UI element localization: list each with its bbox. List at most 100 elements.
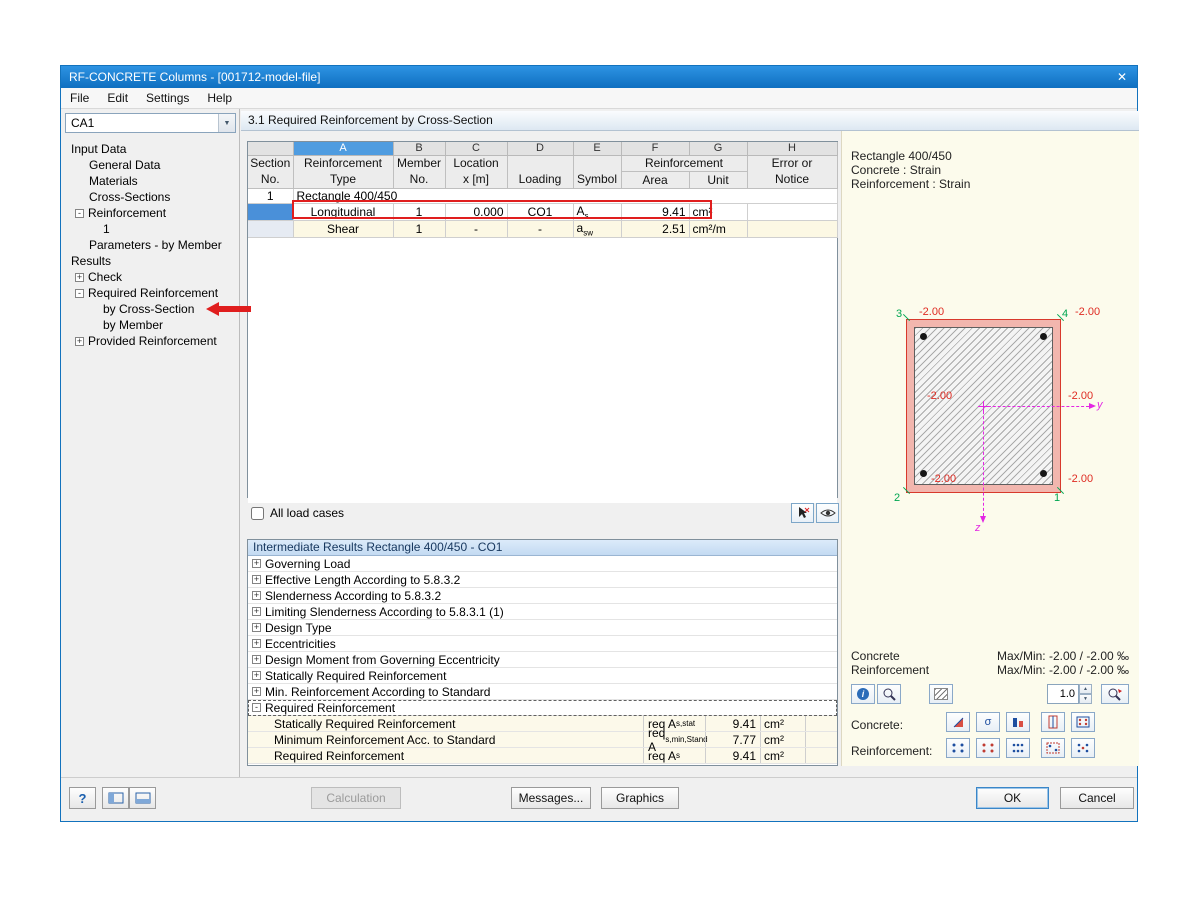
scale-factor-input[interactable] xyxy=(1047,684,1079,704)
intermediate-row-effective-length[interactable]: +Effective Length According to 5.8.3.2 xyxy=(248,572,837,588)
cell-type[interactable]: Longitudinal xyxy=(293,203,393,220)
expand-icon[interactable]: + xyxy=(252,623,261,632)
row-selector-cell[interactable] xyxy=(248,203,293,220)
cell-loading[interactable]: CO1 xyxy=(507,203,573,220)
tree-item-parameters-by-member[interactable]: Parameters - by Member xyxy=(89,237,222,253)
tree-item-required-reinforcement[interactable]: -Required Reinforcement xyxy=(75,285,218,301)
expand-icon[interactable]: + xyxy=(252,655,261,664)
menu-help[interactable]: Help xyxy=(198,88,241,109)
hatching-toggle-button[interactable] xyxy=(929,684,953,704)
expand-icon[interactable]: + xyxy=(75,337,84,346)
cell-symbol[interactable]: As xyxy=(573,203,621,220)
column-header-h[interactable]: H xyxy=(747,142,837,155)
detail-row-minimum-reinforcement[interactable]: Minimum Reinforcement Acc. to Standard r… xyxy=(248,732,837,748)
menu-settings[interactable]: Settings xyxy=(137,88,198,109)
tree-item-reinforcement-1[interactable]: 1 xyxy=(103,221,110,237)
concrete-section-button[interactable] xyxy=(1071,712,1095,732)
tree-item-general-data[interactable]: General Data xyxy=(89,157,160,173)
concrete-stress-button[interactable]: σ xyxy=(976,712,1000,732)
column-header-d[interactable]: D xyxy=(507,142,573,155)
expand-icon[interactable]: + xyxy=(75,273,84,282)
column-header-c[interactable]: C xyxy=(445,142,507,155)
rebar-strain-button[interactable] xyxy=(946,738,970,758)
cell-location[interactable]: 0.000 xyxy=(445,203,507,220)
expand-icon[interactable]: + xyxy=(252,639,261,648)
graphics-button[interactable]: Graphics xyxy=(601,787,679,809)
cell-area[interactable]: 2.51 xyxy=(621,220,689,237)
panel-toggle-button[interactable] xyxy=(129,787,156,809)
intermediate-row-limiting-slenderness[interactable]: +Limiting Slenderness According to 5.8.3… xyxy=(248,604,837,620)
column-header-a[interactable]: A xyxy=(293,142,393,155)
tree-item-materials[interactable]: Materials xyxy=(89,173,138,189)
cancel-button[interactable]: Cancel xyxy=(1060,787,1134,809)
tree-item-by-member[interactable]: by Member xyxy=(103,317,163,333)
tree-item-input-data[interactable]: Input Data xyxy=(71,141,126,157)
intermediate-row-slenderness[interactable]: +Slenderness According to 5.8.3.2 xyxy=(248,588,837,604)
cell-notice[interactable] xyxy=(747,203,837,220)
concrete-elevation-button[interactable] xyxy=(1041,712,1065,732)
rebar-stress-button[interactable] xyxy=(976,738,1000,758)
cell-member[interactable]: 1 xyxy=(393,220,445,237)
chevron-down-icon[interactable]: ▼ xyxy=(218,114,235,132)
title-bar[interactable]: RF-CONCRETE Columns - [001712-model-file… xyxy=(61,66,1137,88)
section-number-cell[interactable]: 1 xyxy=(248,188,293,203)
row-selector-cell[interactable] xyxy=(248,220,293,237)
collapse-icon[interactable]: - xyxy=(75,209,84,218)
rebar-diameter-button[interactable] xyxy=(1071,738,1095,758)
collapse-icon[interactable]: - xyxy=(252,703,261,712)
concrete-stress-block-button[interactable] xyxy=(1006,712,1030,732)
column-header-g[interactable]: G xyxy=(689,142,747,155)
cell-member[interactable]: 1 xyxy=(393,203,445,220)
cell-location[interactable]: - xyxy=(445,220,507,237)
detail-row-statically-required[interactable]: Statically Required Reinforcement req As… xyxy=(248,716,837,732)
tree-item-reinforcement[interactable]: -Reinforcement xyxy=(75,205,166,221)
messages-button[interactable]: Messages... xyxy=(511,787,591,809)
spin-up-button[interactable]: ▲ xyxy=(1079,684,1092,694)
collapse-icon[interactable]: - xyxy=(75,289,84,298)
expand-icon[interactable]: + xyxy=(252,559,261,568)
intermediate-row-design-moment[interactable]: +Design Moment from Governing Eccentrici… xyxy=(248,652,837,668)
result-details-button[interactable] xyxy=(877,684,901,704)
visibility-button[interactable] xyxy=(816,503,839,523)
cell-unit[interactable]: cm²/m xyxy=(689,220,747,237)
detail-row-required-reinforcement[interactable]: Required Reinforcement req As 9.41 cm² xyxy=(248,748,837,764)
cell-symbol[interactable]: asw xyxy=(573,220,621,237)
spin-down-button[interactable]: ▼ xyxy=(1079,694,1092,704)
pick-in-graphic-button[interactable] xyxy=(791,503,814,523)
column-header-e[interactable]: E xyxy=(573,142,621,155)
concrete-strain-button[interactable] xyxy=(946,712,970,732)
ok-button[interactable]: OK xyxy=(976,787,1049,809)
cell-loading[interactable]: - xyxy=(507,220,573,237)
section-group-label[interactable]: Rectangle 400/450 xyxy=(293,188,837,203)
cell-type[interactable]: Shear xyxy=(293,220,393,237)
intermediate-row-min-reinforcement[interactable]: +Min. Reinforcement According to Standar… xyxy=(248,684,837,700)
menu-edit[interactable]: Edit xyxy=(98,88,137,109)
expand-icon[interactable]: + xyxy=(252,687,261,696)
navigator-toggle-button[interactable] xyxy=(102,787,129,809)
close-button[interactable]: ✕ xyxy=(1107,66,1137,88)
tree-item-cross-sections[interactable]: Cross-Sections xyxy=(89,189,170,205)
all-load-cases-checkbox[interactable] xyxy=(251,507,264,520)
tree-item-by-cross-section[interactable]: by Cross-Section xyxy=(103,301,194,317)
column-header-b[interactable]: B xyxy=(393,142,445,155)
intermediate-row-design-type[interactable]: +Design Type xyxy=(248,620,837,636)
expand-icon[interactable]: + xyxy=(252,591,261,600)
intermediate-row-required-reinforcement[interactable]: -Required Reinforcement xyxy=(248,700,837,716)
intermediate-row-eccentricities[interactable]: +Eccentricities xyxy=(248,636,837,652)
table-row-shear[interactable]: Shear 1 - - asw 2.51 cm²/m xyxy=(248,220,837,237)
tree-item-provided-reinforcement[interactable]: +Provided Reinforcement xyxy=(75,333,217,349)
expand-icon[interactable]: + xyxy=(252,575,261,584)
tree-item-results[interactable]: Results xyxy=(71,253,111,269)
cell-area[interactable]: 9.41 xyxy=(621,203,689,220)
expand-icon[interactable]: + xyxy=(252,607,261,616)
column-header-f[interactable]: F xyxy=(621,142,689,155)
cell-unit[interactable]: cm² xyxy=(689,203,747,220)
table-row-longitudinal[interactable]: Longitudinal 1 0.000 CO1 As 9.41 cm² xyxy=(248,203,837,220)
help-button[interactable]: ? xyxy=(69,787,96,809)
design-case-selector[interactable]: CA1 ▼ xyxy=(65,113,236,133)
menu-file[interactable]: File xyxy=(61,88,98,109)
intermediate-row-governing-load[interactable]: +Governing Load xyxy=(248,556,837,572)
intermediate-row-statically-required[interactable]: +Statically Required Reinforcement xyxy=(248,668,837,684)
table-row-section-group[interactable]: 1 Rectangle 400/450 xyxy=(248,188,837,203)
rebar-numbers-button[interactable] xyxy=(1041,738,1065,758)
